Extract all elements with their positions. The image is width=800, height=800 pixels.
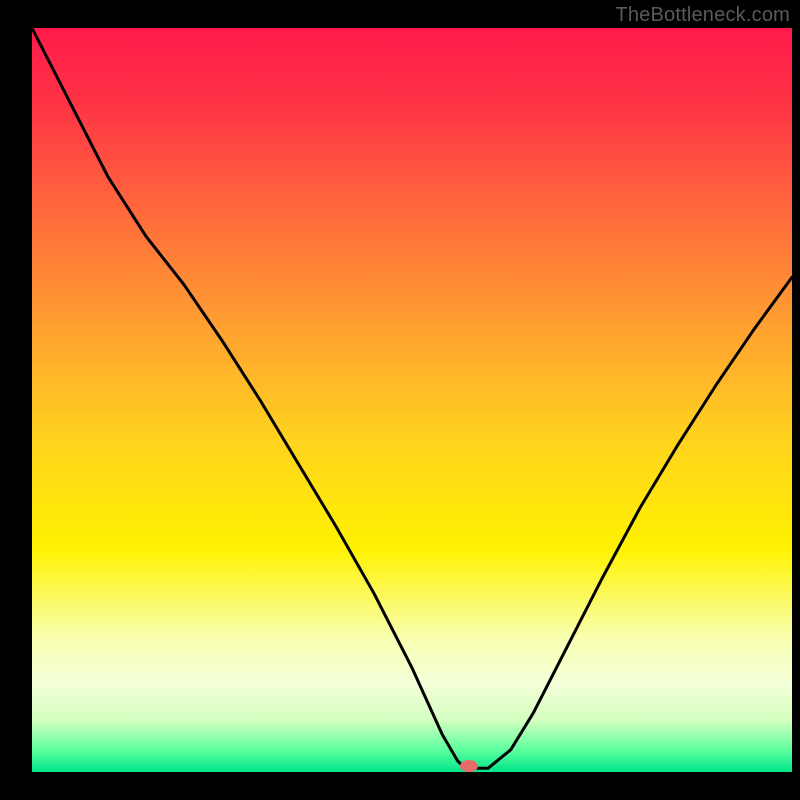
optimum-marker [460,760,478,772]
plot-background [32,28,792,772]
watermark-text: TheBottleneck.com [615,4,790,27]
chart-container: TheBottleneck.com [0,0,800,800]
bottleneck-chart [0,0,800,800]
